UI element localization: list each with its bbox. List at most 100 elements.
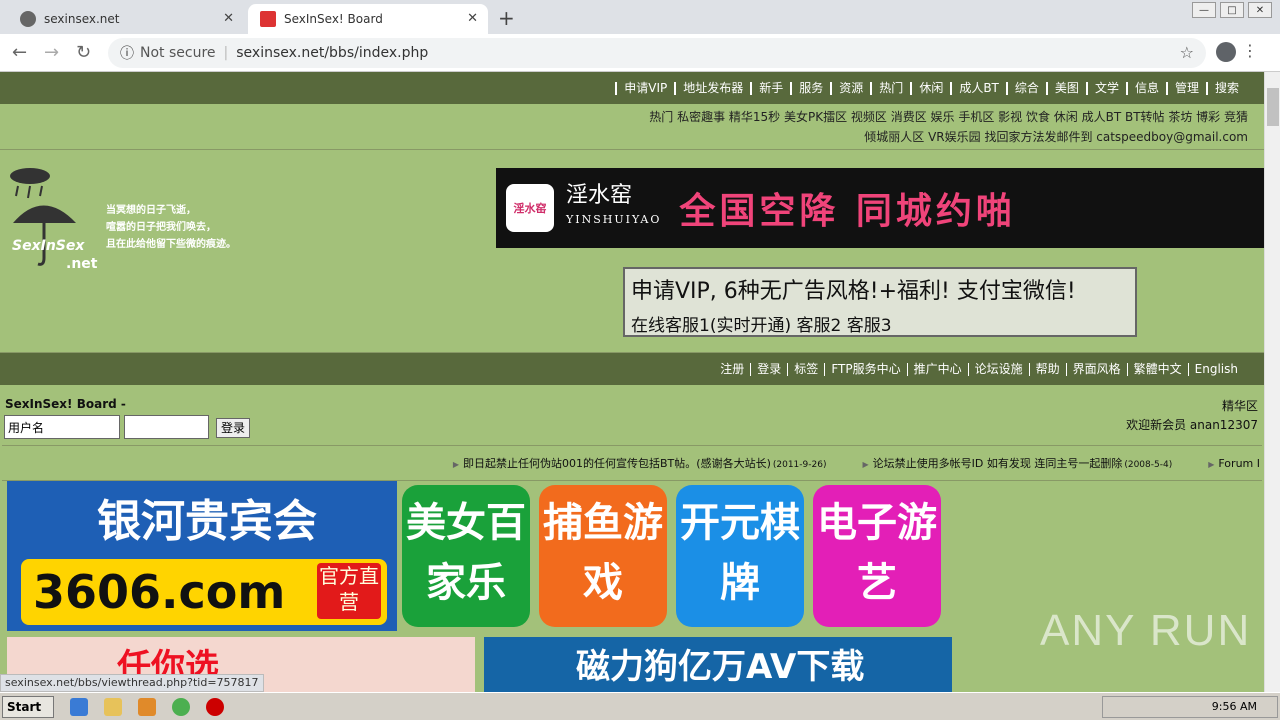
subnav-line-2[interactable]: 倾城丽人区 VR娱乐园 找回家方法发邮件到 catspeedboy@gmail.… [0, 127, 1248, 147]
clock[interactable]: 9:56 AM [1212, 700, 1257, 713]
usernav-item[interactable]: 界面风格 [1065, 362, 1127, 376]
topnav-item[interactable]: 综合 [1005, 81, 1046, 95]
maximize-button[interactable]: □ [1220, 2, 1244, 18]
ad-name: 淫水窑 [566, 183, 633, 208]
announcement-text[interactable]: 即日起禁止任何伪站001的任何宣传包括BT帖。(感谢各大站长) [463, 457, 771, 470]
topnav-item[interactable]: 新手 [750, 81, 790, 95]
start-button[interactable]: Start [2, 696, 54, 718]
ad-slogan: 全国空降 同城约啪 [679, 191, 1016, 232]
tab-title: sexinsex.net [44, 12, 120, 26]
game-tile[interactable]: 捕鱼游戏 [539, 485, 667, 627]
sub-navigation: 热门 私密趣事 精华15秒 美女PK擂区 视频区 消费区 娱乐 手机区 影视 饮… [0, 104, 1264, 147]
digest-link[interactable]: 精华区 [1222, 397, 1258, 414]
top-navigation: 申请VIP 地址发布器 新手 服务 资源 热门 休闲 成人BT 综合 美图 文学 信息 管理 搜索 [0, 72, 1264, 104]
close-icon[interactable]: ✕ [223, 11, 234, 26]
topnav-item[interactable]: 服务 [790, 81, 830, 95]
usernav-item[interactable]: 标签 [787, 362, 824, 376]
game-tile[interactable]: 美女百家乐 [402, 485, 530, 627]
topnav-item[interactable]: 休闲 [910, 81, 950, 95]
user-navigation: 注册 登录 标签 FTP服务中心 推广中心 论坛设施 帮助 界面风格 繁體中文 English [0, 353, 1264, 385]
page-content: 申请VIP 地址发布器 新手 服务 资源 热门 休闲 成人BT 综合 美图 文学 信息 管理 搜索 热门 … [0, 72, 1264, 692]
username-input[interactable] [4, 415, 120, 439]
app-icon: 淫水窑 [506, 184, 554, 232]
logo-brand-suffix: .net [66, 256, 98, 272]
tagline-line: 当冥想的日子飞逝， [106, 205, 196, 216]
announcement-item[interactable]: ▶ Forum I [1190, 457, 1262, 470]
security-app-icon[interactable] [206, 698, 224, 716]
info-icon[interactable]: ⓘ [120, 43, 134, 63]
topnav-item[interactable]: 资源 [830, 81, 870, 95]
vip-line-2[interactable]: 在线客服1(实时开通) 客服2 客服3 [631, 311, 1129, 336]
usernav-item[interactable]: 帮助 [1028, 362, 1066, 376]
banner-ad[interactable]: 淫水窑 淫水窑 YINSHUIYAO 全国空降 同城约啪 [496, 168, 1264, 248]
announcement-item[interactable]: ▶ 即日起禁止任何伪站001的任何宣传包括BT帖。(感谢各大站长) (2011-9-… [435, 455, 827, 471]
media-player-icon[interactable] [138, 698, 156, 716]
usernav-item[interactable]: 论坛设施 [967, 362, 1029, 376]
tab-board[interactable]: SexInSex! Board ✕ [248, 4, 488, 34]
tagline-line: 喧嚣的日子把我们唤去， [106, 222, 216, 233]
watermark: ANY RUN [1040, 606, 1252, 655]
login-button[interactable]: 登录 [216, 418, 250, 438]
ie-icon[interactable] [70, 698, 88, 716]
usernav-item[interactable]: 登录 [750, 362, 787, 376]
forward-icon[interactable]: → [44, 42, 59, 63]
vip-box[interactable]: 申请VIP, 6种无广告风格!+福利! 支付宝微信! 在线客服1(实时开通) 客… [623, 267, 1137, 337]
announcement-item[interactable]: ▶ 论坛禁止使用多帐号ID 如有发现 连同主号一起删除 (2008-5-4) [844, 455, 1172, 471]
chrome-icon[interactable] [172, 698, 190, 716]
new-tab-button[interactable]: + [498, 6, 515, 30]
usernav-item[interactable]: 繁體中文 [1126, 362, 1188, 376]
status-bar-url: sexinsex.net/bbs/viewthread.php?tid=7578… [0, 674, 264, 692]
topnav-item[interactable]: 申请VIP [615, 81, 674, 95]
announcement-date: (2008-5-4) [1124, 460, 1173, 470]
topnav-item[interactable]: 文学 [1085, 81, 1126, 95]
usernav-item[interactable]: English [1187, 362, 1244, 376]
password-input[interactable] [124, 415, 209, 439]
menu-dots-icon[interactable]: ⋮ [1242, 41, 1258, 60]
logo-brand: SexInSex [12, 238, 85, 254]
topnav-item[interactable]: 热门 [870, 81, 910, 95]
explorer-icon[interactable] [104, 698, 122, 716]
subnav-line-1[interactable]: 热门 私密趣事 精华15秒 美女PK擂区 视频区 消费区 娱乐 手机区 影视 饮… [0, 107, 1248, 127]
usernav-item[interactable]: 注册 [714, 362, 750, 376]
ads-area: 银河贵宾会 3606.com 官方直营 美女百家乐 捕鱼游戏 开元棋牌 电子游艺 任你… [0, 481, 1264, 692]
site-favicon-icon [260, 11, 276, 27]
scroll-thumb[interactable] [1267, 88, 1279, 126]
topnav-item[interactable]: 美图 [1045, 81, 1086, 95]
page-scrollbar[interactable] [1264, 72, 1280, 692]
ad-app-name: 淫水窑 YINSHUIYAO [566, 184, 661, 232]
site-logo[interactable]: 当冥想的日子飞逝， 喧嚣的日子把我们唤去， 且在此给他留下些微的痕迹。 SexI… [8, 168, 258, 272]
back-icon[interactable]: ← [12, 42, 27, 63]
address-bar[interactable]: ⓘ Not secure | sexinsex.net/bbs/index.ph… [108, 38, 1206, 68]
divider: | [223, 45, 229, 61]
close-window-button[interactable]: ✕ [1248, 2, 1272, 18]
topnav-item[interactable]: 搜索 [1205, 81, 1246, 95]
galaxy-ad[interactable]: 银河贵宾会 3606.com 官方直营 [7, 481, 397, 631]
bookmark-star-icon[interactable]: ☆ [1180, 43, 1194, 62]
reload-icon[interactable]: ↻ [76, 42, 91, 63]
galaxy-title: 银河贵宾会 [97, 496, 317, 547]
vip-line-1[interactable]: 申请VIP, 6种无广告风格!+福利! 支付宝微信! [631, 273, 1129, 305]
welcome-text: 欢迎新会员 anan12307 [1126, 418, 1258, 432]
announcement-text[interactable]: 论坛禁止使用多帐号ID 如有发现 连同主号一起删除 [873, 457, 1123, 470]
close-icon[interactable]: ✕ [467, 11, 478, 26]
usernav-item[interactable]: FTP服务中心 [824, 362, 906, 376]
announcement-text[interactable]: Forum I [1218, 457, 1260, 470]
topnav-item[interactable]: 信息 [1125, 81, 1166, 95]
topnav-item[interactable]: 地址发布器 [674, 81, 750, 95]
galaxy-badge: 官方直营 [317, 563, 381, 619]
game-tile[interactable]: 开元棋牌 [676, 485, 804, 627]
game-tile[interactable]: 电子游艺 [813, 485, 941, 627]
usernav-item[interactable]: 推广中心 [906, 362, 968, 376]
security-label: Not secure [140, 45, 216, 61]
account-icon[interactable] [1216, 42, 1236, 62]
topnav-item[interactable]: 成人BT [950, 81, 1006, 95]
topnav-item[interactable]: 管理 [1165, 81, 1206, 95]
system-tray: 9:56 AM [1102, 696, 1278, 718]
promo-ad-right[interactable]: 磁力狗亿万AV下载 [484, 637, 952, 692]
announcement-date: (2011-9-26) [772, 460, 827, 470]
tab-sexinsex[interactable]: sexinsex.net ✕ [8, 4, 244, 34]
arrow-icon: ▶ [862, 460, 869, 469]
site-header: 当冥想的日子飞逝， 喧嚣的日子把我们唤去， 且在此给他留下些微的痕迹。 SexI… [0, 149, 1264, 353]
minimize-button[interactable]: — [1192, 2, 1216, 18]
browser-chrome: sexinsex.net ✕ SexInSex! Board ✕ + — □ ✕… [0, 0, 1280, 72]
